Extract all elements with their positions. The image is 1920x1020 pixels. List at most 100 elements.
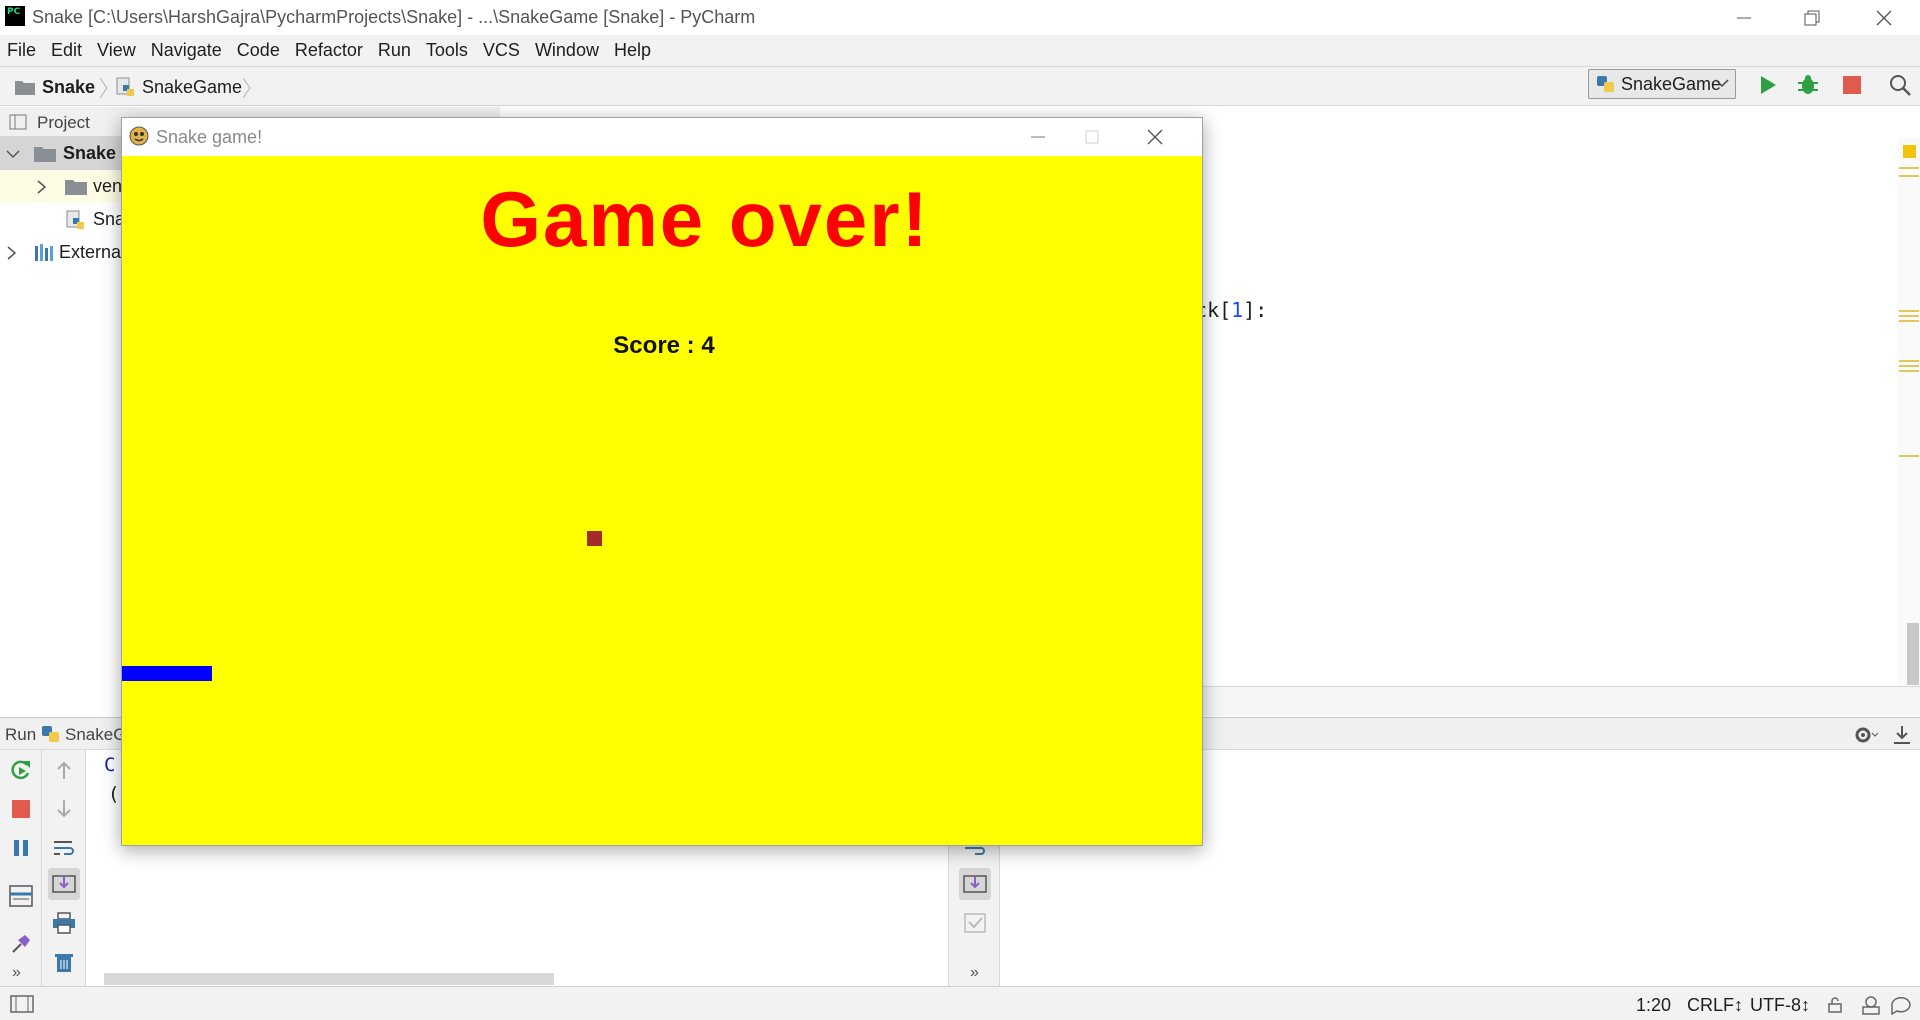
- soft-wrap-button[interactable]: [48, 832, 80, 864]
- minimize-button[interactable]: [1710, 0, 1778, 35]
- rerun-icon: [11, 760, 30, 780]
- game-minimize-button[interactable]: [1012, 118, 1064, 156]
- run-settings-button[interactable]: [1850, 719, 1882, 751]
- menu-help[interactable]: Help: [614, 40, 651, 61]
- project-panel-title[interactable]: Project: [37, 113, 90, 133]
- restore-button[interactable]: [1778, 0, 1846, 35]
- run-config-label: SnakeGame: [1621, 73, 1722, 94]
- minimize-icon: [1737, 17, 1751, 18]
- more-actions-icon[interactable]: »: [970, 964, 979, 982]
- run-panel-label: Run: [5, 725, 37, 744]
- editor-scrollbar-thumb[interactable]: [1907, 623, 1919, 685]
- pause-button[interactable]: [5, 832, 37, 864]
- maximize-icon: [1085, 130, 1099, 144]
- game-canvas[interactable]: Game over! Score : 4: [122, 156, 1202, 845]
- breadcrumb-file-label: SnakeGame: [142, 76, 243, 97]
- menu-navigate[interactable]: Navigate: [151, 40, 222, 61]
- folder-icon: [65, 179, 87, 195]
- chevron-down-icon: [1715, 79, 1729, 88]
- close-icon: [1147, 129, 1163, 145]
- library-icon: [34, 243, 53, 261]
- tree-item-snake[interactable]: Snake: [0, 137, 125, 170]
- arrow-down-icon: [57, 800, 71, 818]
- breadcrumb-file[interactable]: SnakeGame: [116, 75, 242, 99]
- more-actions-icon[interactable]: »: [12, 964, 21, 982]
- scroll-to-end-button[interactable]: [48, 868, 80, 900]
- restore-icon: [1804, 10, 1820, 25]
- tree-item-snakegame[interactable]: Sna: [0, 203, 125, 236]
- editor-error-stripe[interactable]: [1897, 137, 1920, 687]
- game-close-button[interactable]: [1122, 118, 1188, 156]
- trash-icon: [55, 954, 73, 972]
- pygame-icon: [129, 126, 149, 146]
- scroll-to-end-button[interactable]: [959, 868, 991, 900]
- status-bar: 1:20 CRLF↕ UTF-8↕: [0, 986, 1920, 1020]
- run-configuration-select[interactable]: SnakeGame: [1588, 69, 1736, 99]
- menu-window[interactable]: Window: [535, 40, 599, 61]
- breadcrumb-separator-icon: [242, 77, 251, 99]
- python-file-icon: [66, 210, 84, 229]
- soft-wrap-icon: [54, 841, 74, 855]
- pin-tab-button[interactable]: [5, 928, 37, 960]
- food-block: [587, 531, 602, 546]
- breadcrumb-project[interactable]: Snake: [14, 75, 95, 99]
- tree-item-label: Snake: [63, 143, 117, 163]
- title-bar: PC Snake [C:\Users\HarshGajra\PycharmPro…: [0, 0, 1920, 35]
- menu-refactor[interactable]: Refactor: [295, 40, 363, 61]
- rerun-button[interactable]: [5, 754, 37, 786]
- scroll-down-button[interactable]: [48, 793, 80, 825]
- lock-icon: [1828, 997, 1842, 1013]
- print-button[interactable]: [48, 907, 80, 939]
- score-text: Score : 4: [613, 332, 715, 359]
- run-button[interactable]: [1752, 69, 1784, 101]
- snake-body: [122, 666, 212, 681]
- checklist-icon: [964, 913, 986, 933]
- caret-position[interactable]: 1:20: [1636, 995, 1671, 1016]
- debug-icon: [1798, 75, 1818, 94]
- run-toolbar-secondary: [42, 750, 86, 986]
- game-maximize-button[interactable]: [1066, 118, 1118, 156]
- pause-icon: [14, 840, 28, 856]
- game-window-titlebar[interactable]: Snake game!: [122, 118, 1202, 156]
- menu-file[interactable]: File: [7, 40, 36, 61]
- scroll-to-end-icon: [963, 875, 987, 893]
- stop-button[interactable]: [1836, 69, 1868, 101]
- restore-layout-button[interactable]: [5, 880, 37, 912]
- chevron-right-icon: [7, 245, 17, 260]
- check-button[interactable]: [959, 907, 991, 939]
- run-icon: [1761, 76, 1776, 94]
- menu-vcs[interactable]: VCS: [483, 40, 520, 61]
- console-hscrollbar[interactable]: [104, 973, 554, 985]
- file-encoding[interactable]: UTF-8↕: [1750, 995, 1810, 1016]
- tree-item-venv[interactable]: ven: [0, 170, 125, 203]
- python-file-icon: [116, 77, 134, 96]
- tool-windows-icon: [10, 995, 34, 1013]
- editor-hscroll: [1190, 686, 1920, 716]
- project-tree: Snake ven Sna External: [0, 137, 125, 717]
- search-everywhere-button[interactable]: [1884, 69, 1916, 101]
- close-window-button[interactable]: [1850, 0, 1918, 35]
- arrow-up-icon: [57, 761, 71, 779]
- menu-edit[interactable]: Edit: [51, 40, 82, 61]
- warning-marker-icon[interactable]: [1903, 145, 1916, 158]
- pycharm-app-icon: PC: [5, 6, 25, 26]
- menu-tools[interactable]: Tools: [426, 40, 468, 61]
- debug-button[interactable]: [1792, 69, 1824, 101]
- menu-view[interactable]: View: [97, 40, 136, 61]
- menu-code[interactable]: Code: [237, 40, 280, 61]
- breadcrumb-separator-icon: [99, 77, 108, 99]
- chevron-down-icon: [6, 149, 20, 158]
- scroll-up-button[interactable]: [48, 754, 80, 786]
- pin-icon: [12, 935, 30, 953]
- line-separator[interactable]: CRLF↕: [1687, 995, 1743, 1016]
- hide-panel-button[interactable]: [1886, 719, 1918, 751]
- scroll-to-end-icon: [52, 875, 76, 893]
- game-window-title: Snake game!: [156, 127, 263, 147]
- stop-run-button[interactable]: [5, 793, 37, 825]
- minimize-icon: [1031, 136, 1045, 138]
- clear-all-button[interactable]: [48, 946, 80, 978]
- menu-run[interactable]: Run: [378, 40, 411, 61]
- tree-item-external-libraries[interactable]: External: [0, 236, 125, 269]
- project-panel-icon: [9, 114, 27, 130]
- menu-bar: File Edit View Navigate Code Refactor Ru…: [0, 35, 1920, 66]
